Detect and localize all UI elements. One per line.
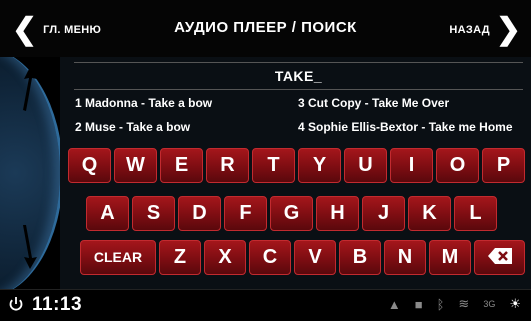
scroll-up-button[interactable] [21, 67, 39, 116]
bluetooth-icon: ᛒ [436, 296, 445, 312]
key-l[interactable]: L [454, 196, 497, 231]
key-d[interactable]: D [178, 196, 221, 231]
key-p[interactable]: P [482, 148, 525, 183]
key-g[interactable]: G [270, 196, 313, 231]
key-y[interactable]: Y [298, 148, 341, 183]
key-j[interactable]: J [362, 196, 405, 231]
camera-icon: ■ [414, 296, 423, 312]
key-n[interactable]: N [384, 240, 426, 275]
key-o[interactable]: O [436, 148, 479, 183]
key-a[interactable]: A [86, 196, 129, 231]
clock: 11:13 [32, 294, 83, 315]
arrow-up-icon [23, 67, 37, 111]
key-w[interactable]: W [114, 148, 157, 183]
key-k[interactable]: K [408, 196, 451, 231]
wifi-icon: ≋ [458, 296, 470, 311]
scroll-sidebar [0, 57, 60, 289]
key-h[interactable]: H [316, 196, 359, 231]
key-r[interactable]: R [206, 148, 249, 183]
status-bar: 11:13 ▲ ■ ᛒ ≋ 3G ☀ [0, 289, 531, 321]
power-button[interactable] [8, 296, 24, 317]
key-q[interactable]: Q [68, 148, 111, 183]
power-icon [9, 297, 23, 311]
key-e[interactable]: E [160, 148, 203, 183]
key-v[interactable]: V [294, 240, 336, 275]
clear-button[interactable]: CLEAR [80, 240, 156, 275]
key-s[interactable]: S [132, 196, 175, 231]
key-i[interactable]: I [390, 148, 433, 183]
brightness-icon[interactable]: ☀ [509, 296, 521, 312]
backspace-icon [487, 248, 512, 265]
search-result-item[interactable]: 4 Sophie Ellis-Bextor - Take me Home [298, 120, 513, 134]
key-f[interactable]: F [224, 196, 267, 231]
back-button[interactable]: НАЗАД ❯ [449, 13, 521, 47]
chevron-right-icon: ❯ [495, 13, 521, 46]
status-icons: ▲ ■ ᛒ ≋ 3G ☀ [388, 296, 521, 312]
key-m[interactable]: M [429, 240, 471, 275]
search-result-item[interactable]: 2 Muse - Take a bow [75, 120, 190, 134]
arrow-down-icon [23, 225, 37, 269]
key-t[interactable]: T [252, 148, 295, 183]
key-b[interactable]: B [339, 240, 381, 275]
search-input[interactable]: TAKE_ [74, 62, 523, 90]
key-c[interactable]: C [249, 240, 291, 275]
key-u[interactable]: U [344, 148, 387, 183]
key-x[interactable]: X [204, 240, 246, 275]
key-z[interactable]: Z [159, 240, 201, 275]
navigation-icon: ▲ [387, 296, 401, 312]
scroll-down-button[interactable] [21, 225, 39, 274]
backspace-button[interactable] [474, 240, 525, 275]
search-result-item[interactable]: 3 Cut Copy - Take Me Over [298, 96, 449, 110]
search-result-item[interactable]: 1 Madonna - Take a bow [75, 96, 212, 110]
top-bar: ❮ ГЛ. МЕНЮ АУДИО ПЛЕЕР / ПОИСК НАЗАД ❯ [0, 0, 531, 57]
back-label: НАЗАД [449, 24, 490, 36]
cellular-signal-icon: 3G [483, 299, 496, 309]
